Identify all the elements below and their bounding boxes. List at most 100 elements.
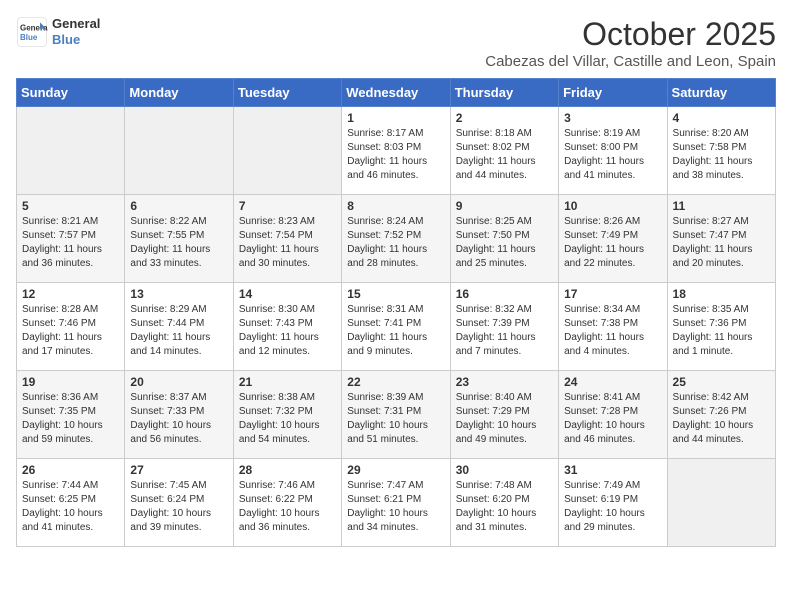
day-number: 25 bbox=[673, 375, 771, 389]
calendar-table: SundayMondayTuesdayWednesdayThursdayFrid… bbox=[16, 78, 776, 547]
day-info: Sunrise: 7:44 AMSunset: 6:25 PMDaylight:… bbox=[22, 479, 120, 535]
calendar-cell: 5Sunrise: 8:21 AMSunset: 7:57 PMDaylight… bbox=[17, 195, 125, 283]
day-info: Sunrise: 8:31 AMSunset: 7:41 PMDaylight:… bbox=[347, 303, 445, 359]
day-info: Sunrise: 8:34 AMSunset: 7:38 PMDaylight:… bbox=[564, 303, 662, 359]
calendar-cell: 27Sunrise: 7:45 AMSunset: 6:24 PMDayligh… bbox=[125, 459, 233, 547]
day-number: 18 bbox=[673, 287, 771, 301]
day-number: 16 bbox=[456, 287, 554, 301]
calendar-cell: 4 Sunrise: 8:20 AMSunset: 7:58 PMDaylight… bbox=[667, 107, 775, 195]
calendar-cell: 25 Sunrise: 8:42 AMSunset: 7:26 PMDayligh… bbox=[667, 371, 775, 459]
calendar-cell: 17 Sunrise: 8:34 AMSunset: 7:38 PMDayligh… bbox=[559, 283, 667, 371]
day-number: 21 bbox=[239, 375, 337, 389]
day-info: Sunrise: 8:24 AMSunset: 7:52 PMDaylight:… bbox=[347, 215, 445, 271]
weekday-header: Monday bbox=[125, 79, 233, 107]
day-info: Sunrise: 8:38 AMSunset: 7:32 PMDaylight:… bbox=[239, 391, 337, 447]
weekday-header: Wednesday bbox=[342, 79, 450, 107]
day-info: Sunrise: 8:42 AMSunset: 7:26 PMDaylight:… bbox=[673, 391, 771, 447]
calendar-cell: 13Sunrise: 8:29 AMSunset: 7:44 PMDayligh… bbox=[125, 283, 233, 371]
calendar-cell: 3 Sunrise: 8:19 AMSunset: 8:00 PMDaylight… bbox=[559, 107, 667, 195]
day-info: Sunrise: 8:18 AMSunset: 8:02 PMDaylight:… bbox=[456, 127, 554, 183]
day-number: 6 bbox=[130, 199, 228, 213]
calendar-cell: 2 Sunrise: 8:18 AMSunset: 8:02 PMDaylight… bbox=[450, 107, 558, 195]
day-info: Sunrise: 8:41 AMSunset: 7:28 PMDaylight:… bbox=[564, 391, 662, 447]
day-info: Sunrise: 7:45 AMSunset: 6:24 PMDaylight:… bbox=[130, 479, 228, 535]
day-number: 28 bbox=[239, 463, 337, 477]
day-info: Sunrise: 8:28 AMSunset: 7:46 PMDaylight:… bbox=[22, 303, 120, 359]
day-number: 9 bbox=[456, 199, 554, 213]
day-number: 26 bbox=[22, 463, 120, 477]
day-number: 7 bbox=[239, 199, 337, 213]
day-number: 23 bbox=[456, 375, 554, 389]
day-info: Sunrise: 8:36 AMSunset: 7:35 PMDaylight:… bbox=[22, 391, 120, 447]
day-number: 2 bbox=[456, 111, 554, 125]
calendar-cell: 8 Sunrise: 8:24 AMSunset: 7:52 PMDaylight… bbox=[342, 195, 450, 283]
logo: General Blue General Blue bbox=[16, 16, 100, 48]
calendar-week-row: 26 Sunrise: 7:44 AMSunset: 6:25 PMDayligh… bbox=[17, 459, 776, 547]
logo-icon: General Blue bbox=[16, 16, 48, 48]
day-number: 14 bbox=[239, 287, 337, 301]
weekday-header: Thursday bbox=[450, 79, 558, 107]
day-number: 8 bbox=[347, 199, 445, 213]
logo-text: General Blue bbox=[52, 16, 100, 47]
calendar-cell: 30Sunrise: 7:48 AMSunset: 6:20 PMDayligh… bbox=[450, 459, 558, 547]
weekday-header: Friday bbox=[559, 79, 667, 107]
calendar-cell bbox=[233, 107, 341, 195]
calendar-cell: 10 Sunrise: 8:26 AMSunset: 7:49 PMDayligh… bbox=[559, 195, 667, 283]
calendar-cell: 7 Sunrise: 8:23 AMSunset: 7:54 PMDaylight… bbox=[233, 195, 341, 283]
svg-text:Blue: Blue bbox=[20, 33, 38, 42]
day-number: 3 bbox=[564, 111, 662, 125]
calendar-cell: 14 Sunrise: 8:30 AMSunset: 7:43 PMDayligh… bbox=[233, 283, 341, 371]
calendar-cell: 15Sunrise: 8:31 AMSunset: 7:41 PMDayligh… bbox=[342, 283, 450, 371]
calendar-week-row: 1 Sunrise: 8:17 AMSunset: 8:03 PMDaylight… bbox=[17, 107, 776, 195]
calendar-cell: 6 Sunrise: 8:22 AMSunset: 7:55 PMDaylight… bbox=[125, 195, 233, 283]
month-title: October 2025 bbox=[485, 16, 776, 53]
day-number: 11 bbox=[673, 199, 771, 213]
day-info: Sunrise: 8:30 AMSunset: 7:43 PMDaylight:… bbox=[239, 303, 337, 359]
day-info: Sunrise: 7:47 AMSunset: 6:21 PMDaylight:… bbox=[347, 479, 445, 535]
day-info: Sunrise: 8:20 AMSunset: 7:58 PMDaylight:… bbox=[673, 127, 771, 183]
day-info: Sunrise: 8:25 AMSunset: 7:50 PMDaylight:… bbox=[456, 215, 554, 271]
day-info: Sunrise: 8:32 AMSunset: 7:39 PMDaylight:… bbox=[456, 303, 554, 359]
weekday-header: Sunday bbox=[17, 79, 125, 107]
calendar-cell bbox=[125, 107, 233, 195]
day-info: Sunrise: 8:39 AMSunset: 7:31 PMDaylight:… bbox=[347, 391, 445, 447]
day-info: Sunrise: 8:17 AMSunset: 8:03 PMDaylight:… bbox=[347, 127, 445, 183]
calendar-cell: 24 Sunrise: 8:41 AMSunset: 7:28 PMDayligh… bbox=[559, 371, 667, 459]
day-info: Sunrise: 8:21 AMSunset: 7:57 PMDaylight:… bbox=[22, 215, 120, 271]
day-info: Sunrise: 8:22 AMSunset: 7:55 PMDaylight:… bbox=[130, 215, 228, 271]
day-number: 29 bbox=[347, 463, 445, 477]
day-number: 1 bbox=[347, 111, 445, 125]
day-number: 17 bbox=[564, 287, 662, 301]
day-number: 22 bbox=[347, 375, 445, 389]
calendar-cell: 28Sunrise: 7:46 AMSunset: 6:22 PMDayligh… bbox=[233, 459, 341, 547]
day-number: 19 bbox=[22, 375, 120, 389]
calendar-cell: 22 Sunrise: 8:39 AMSunset: 7:31 PMDayligh… bbox=[342, 371, 450, 459]
day-info: Sunrise: 8:26 AMSunset: 7:49 PMDaylight:… bbox=[564, 215, 662, 271]
calendar-week-row: 12 Sunrise: 8:28 AMSunset: 7:46 PMDayligh… bbox=[17, 283, 776, 371]
calendar-week-row: 19 Sunrise: 8:36 AMSunset: 7:35 PMDayligh… bbox=[17, 371, 776, 459]
calendar-cell: 12 Sunrise: 8:28 AMSunset: 7:46 PMDayligh… bbox=[17, 283, 125, 371]
day-info: Sunrise: 8:29 AMSunset: 7:44 PMDaylight:… bbox=[130, 303, 228, 359]
calendar-cell: 9 Sunrise: 8:25 AMSunset: 7:50 PMDaylight… bbox=[450, 195, 558, 283]
day-number: 10 bbox=[564, 199, 662, 213]
day-info: Sunrise: 8:37 AMSunset: 7:33 PMDaylight:… bbox=[130, 391, 228, 447]
calendar-cell: 18 Sunrise: 8:35 AMSunset: 7:36 PMDayligh… bbox=[667, 283, 775, 371]
calendar-cell bbox=[667, 459, 775, 547]
day-info: Sunrise: 8:40 AMSunset: 7:29 PMDaylight:… bbox=[456, 391, 554, 447]
calendar-cell: 31Sunrise: 7:49 AMSunset: 6:19 PMDayligh… bbox=[559, 459, 667, 547]
calendar-cell bbox=[17, 107, 125, 195]
day-info: Sunrise: 8:35 AMSunset: 7:36 PMDaylight:… bbox=[673, 303, 771, 359]
calendar-cell: 16 Sunrise: 8:32 AMSunset: 7:39 PMDayligh… bbox=[450, 283, 558, 371]
day-info: Sunrise: 8:19 AMSunset: 8:00 PMDaylight:… bbox=[564, 127, 662, 183]
calendar-cell: 20 Sunrise: 8:37 AMSunset: 7:33 PMDayligh… bbox=[125, 371, 233, 459]
day-info: Sunrise: 7:48 AMSunset: 6:20 PMDaylight:… bbox=[456, 479, 554, 535]
day-number: 24 bbox=[564, 375, 662, 389]
weekday-header: Tuesday bbox=[233, 79, 341, 107]
day-number: 12 bbox=[22, 287, 120, 301]
day-info: Sunrise: 8:23 AMSunset: 7:54 PMDaylight:… bbox=[239, 215, 337, 271]
day-number: 4 bbox=[673, 111, 771, 125]
calendar-week-row: 5Sunrise: 8:21 AMSunset: 7:57 PMDaylight… bbox=[17, 195, 776, 283]
day-number: 20 bbox=[130, 375, 228, 389]
weekday-header-row: SundayMondayTuesdayWednesdayThursdayFrid… bbox=[17, 79, 776, 107]
calendar-cell: 26 Sunrise: 7:44 AMSunset: 6:25 PMDayligh… bbox=[17, 459, 125, 547]
